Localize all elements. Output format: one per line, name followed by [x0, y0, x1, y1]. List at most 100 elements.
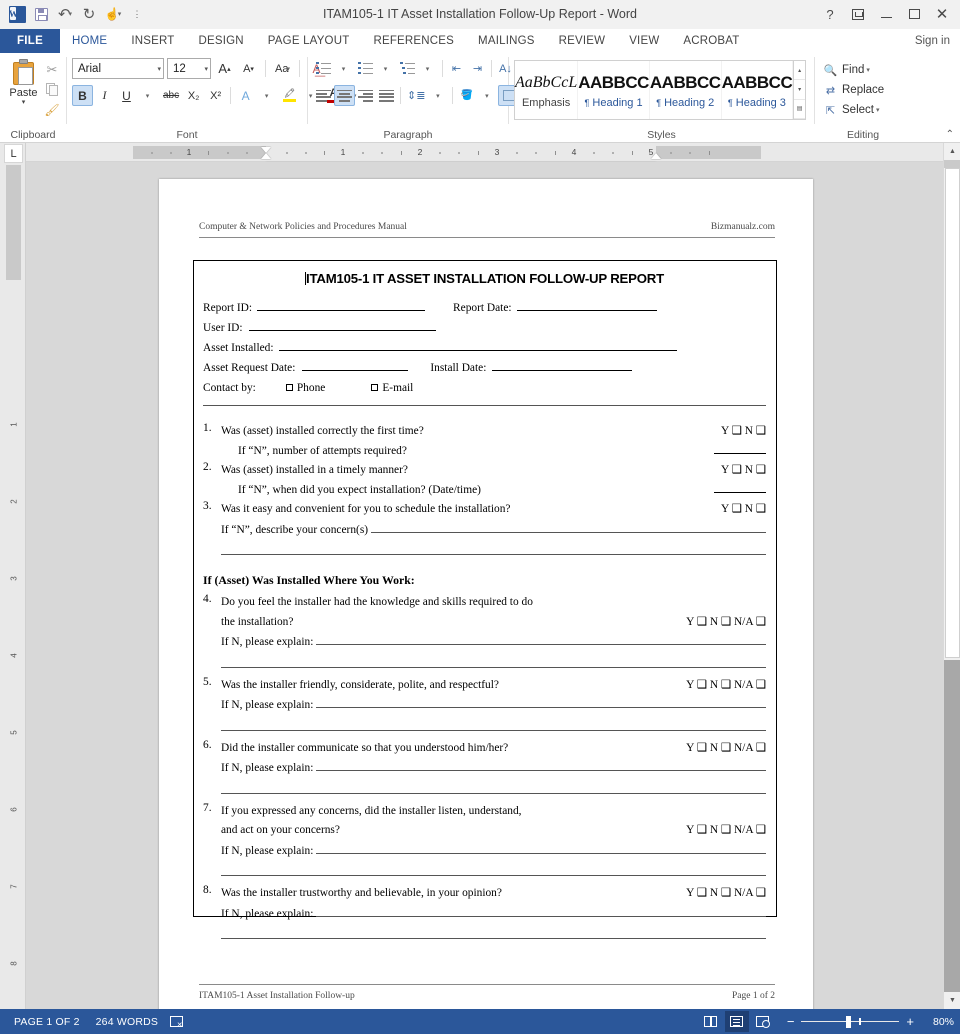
- undo-dropdown-icon[interactable]: ▾: [69, 10, 73, 18]
- shading-dropdown-button[interactable]: ▾: [477, 85, 498, 106]
- styles-scroll-up-button[interactable]: ▴: [794, 61, 805, 81]
- question-8-extra-line[interactable]: [221, 938, 766, 939]
- numbering-button[interactable]: [355, 58, 376, 79]
- underline-dropdown-button[interactable]: ▾: [138, 85, 159, 106]
- answer-options[interactable]: Y ❑ N ❑: [715, 500, 766, 520]
- paste-dropdown-icon[interactable]: ▾: [22, 99, 26, 106]
- horizontal-ruler[interactable]: 1 1 2 3 4 5: [26, 143, 960, 1009]
- tab-page-layout[interactable]: PAGE LAYOUT: [256, 29, 362, 53]
- question-5-explain-input[interactable]: [316, 695, 766, 708]
- question-5-extra-line[interactable]: [221, 729, 766, 731]
- superscript-button[interactable]: X²: [205, 85, 226, 106]
- multilevel-dropdown-button[interactable]: ▾: [418, 58, 439, 79]
- save-button[interactable]: [30, 3, 52, 25]
- italic-button[interactable]: I: [94, 85, 115, 106]
- format-painter-button[interactable]: 🖌: [43, 101, 61, 118]
- question-6-extra-line[interactable]: [221, 792, 766, 794]
- change-case-button[interactable]: Aa ▾: [272, 58, 293, 79]
- right-indent-marker[interactable]: [651, 153, 661, 159]
- grow-font-button[interactable]: A ▴: [214, 58, 235, 79]
- answer-options[interactable]: Y ❑ N ❑ N/A ❑: [680, 821, 766, 841]
- collapse-ribbon-button[interactable]: ⌃: [946, 129, 954, 140]
- tab-home[interactable]: HOME: [60, 29, 120, 53]
- word-count[interactable]: 264 WORDS: [88, 1016, 166, 1028]
- cut-button[interactable]: ✂: [43, 61, 61, 78]
- report-date-input[interactable]: [516, 298, 657, 311]
- question-8-explain-input[interactable]: [316, 904, 766, 917]
- print-layout-button[interactable]: [724, 1011, 749, 1032]
- undo-button[interactable]: ↶ ▾: [54, 3, 76, 25]
- question-6-explain-input[interactable]: [316, 758, 766, 771]
- tab-acrobat[interactable]: ACROBAT: [671, 29, 751, 53]
- ribbon-display-options-button[interactable]: [844, 1, 872, 27]
- document-page[interactable]: Computer & Network Policies and Procedur…: [159, 179, 813, 1009]
- report-id-input[interactable]: [257, 298, 426, 311]
- touch-dropdown-icon[interactable]: ▾: [118, 10, 122, 18]
- find-button[interactable]: 🔍 Find ▾: [823, 60, 870, 80]
- scroll-down-button[interactable]: ▼: [944, 992, 960, 1009]
- question-1-sub-input[interactable]: [714, 442, 766, 454]
- subscript-button[interactable]: X₂: [183, 85, 204, 106]
- text-highlight-button[interactable]: 🖍: [279, 85, 300, 106]
- tab-references[interactable]: REFERENCES: [361, 29, 466, 53]
- styles-more-button[interactable]: ▤: [794, 99, 805, 119]
- vertical-ruler[interactable]: L 1 2 3 4 5 6 7 8: [0, 143, 793, 1009]
- bold-button[interactable]: B: [72, 85, 93, 106]
- font-size-dropdown-icon[interactable]: ▾: [200, 65, 208, 73]
- font-name-combo[interactable]: Arial ▾: [72, 58, 164, 79]
- scroll-up-button[interactable]: ▲: [944, 143, 960, 160]
- zoom-slider[interactable]: [801, 1015, 900, 1028]
- zoom-level[interactable]: 80%: [922, 1016, 954, 1028]
- numbering-dropdown-button[interactable]: ▾: [376, 58, 397, 79]
- increase-indent-button[interactable]: ⇥: [467, 58, 488, 79]
- question-7-extra-line[interactable]: [221, 875, 766, 876]
- find-dropdown-icon[interactable]: ▾: [866, 66, 870, 74]
- copy-button[interactable]: [43, 81, 61, 98]
- style-item-heading-3[interactable]: AABBCC ¶ Heading 3: [722, 61, 794, 119]
- customize-quick-access-button[interactable]: ⋮: [126, 3, 148, 25]
- vertical-scrollbar[interactable]: ▲ ▼: [943, 143, 960, 1009]
- tab-design[interactable]: DESIGN: [186, 29, 255, 53]
- asset-request-date-input[interactable]: [302, 358, 409, 371]
- scroll-track-lower[interactable]: [944, 660, 960, 992]
- align-left-button[interactable]: [313, 85, 334, 106]
- asset-installed-input[interactable]: [278, 338, 677, 351]
- font-name-dropdown-icon[interactable]: ▾: [153, 65, 161, 73]
- user-id-input[interactable]: [248, 318, 436, 331]
- help-button[interactable]: ?: [816, 1, 844, 27]
- page-indicator[interactable]: PAGE 1 OF 2: [6, 1016, 88, 1028]
- decrease-indent-button[interactable]: ⇤: [446, 58, 467, 79]
- font-size-combo[interactable]: 12 ▾: [167, 58, 211, 79]
- tab-file[interactable]: FILE: [0, 29, 60, 53]
- touch-mouse-mode-button[interactable]: ☝ ▾: [102, 3, 124, 25]
- zoom-slider-thumb[interactable]: [846, 1015, 852, 1028]
- answer-options[interactable]: Y ❑ N ❑: [715, 461, 766, 481]
- close-button[interactable]: ✕: [928, 1, 956, 27]
- sign-in-button[interactable]: Sign in: [915, 29, 960, 53]
- tab-stop-selector[interactable]: L: [4, 144, 23, 163]
- maximize-button[interactable]: [900, 1, 928, 27]
- style-item-heading-1[interactable]: AABBCC ¶ Heading 1: [578, 61, 650, 119]
- install-date-input[interactable]: [492, 358, 633, 371]
- contact-email-checkbox[interactable]: [371, 384, 379, 391]
- answer-options[interactable]: Y ❑ N ❑ N/A ❑: [680, 613, 766, 633]
- contact-phone-checkbox[interactable]: [285, 384, 293, 391]
- replace-button[interactable]: ⇄ Replace: [823, 80, 884, 100]
- tab-view[interactable]: VIEW: [617, 29, 671, 53]
- answer-options[interactable]: Y ❑ N ❑ N/A ❑: [680, 884, 766, 904]
- zoom-out-button[interactable]: −: [787, 1015, 795, 1028]
- minimize-button[interactable]: [872, 1, 900, 27]
- shading-button[interactable]: 🪣: [456, 85, 477, 106]
- answer-options[interactable]: Y ❑ N ❑: [715, 422, 766, 442]
- scroll-track-upper[interactable]: [944, 160, 960, 168]
- answer-options[interactable]: Y ❑ N ❑ N/A ❑: [680, 739, 766, 759]
- proofing-status-button[interactable]: [166, 1016, 186, 1029]
- line-spacing-dropdown-button[interactable]: ▾: [428, 85, 449, 106]
- question-7-explain-input[interactable]: [316, 841, 766, 854]
- bullets-button[interactable]: [313, 58, 334, 79]
- hanging-indent-marker[interactable]: [261, 153, 271, 159]
- question-3-extra-line[interactable]: [221, 554, 766, 555]
- line-spacing-button[interactable]: ⇕≣: [404, 85, 428, 106]
- text-effects-button[interactable]: A: [235, 85, 256, 106]
- question-4-explain-input[interactable]: [316, 632, 766, 645]
